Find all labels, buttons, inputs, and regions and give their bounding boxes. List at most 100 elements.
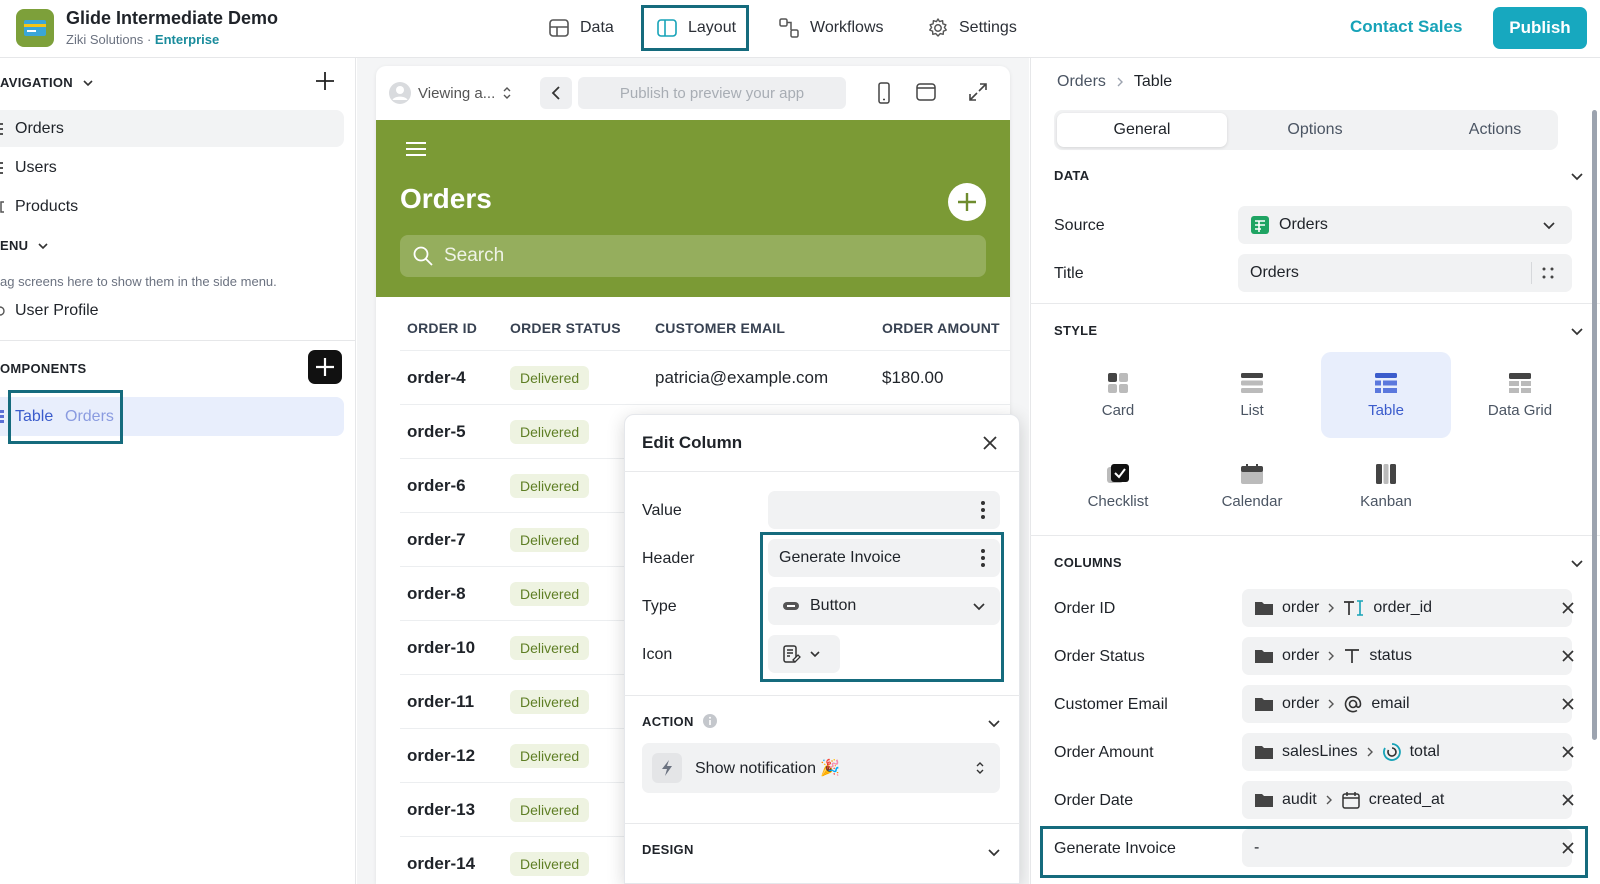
value-field[interactable] — [768, 491, 1000, 529]
style-option-label: List — [1240, 401, 1264, 419]
columns-section-header[interactable]: COLUMNS — [1054, 555, 1122, 570]
workflow-icon — [778, 17, 800, 39]
close-icon[interactable] — [981, 434, 999, 452]
expand-icon[interactable] — [968, 82, 988, 102]
remove-column-icon[interactable] — [1561, 649, 1575, 663]
tab-workflows[interactable]: Workflows — [766, 5, 896, 51]
gear-icon — [927, 17, 949, 39]
action-section-header[interactable]: ACTION — [642, 713, 718, 729]
remove-column-icon[interactable] — [1561, 793, 1575, 807]
tab-layout[interactable]: Layout — [641, 5, 749, 51]
contact-sales-link[interactable]: Contact Sales — [1350, 17, 1462, 37]
app-logo[interactable] — [16, 9, 54, 47]
style-option-table[interactable]: Table — [1321, 352, 1451, 438]
column-binding-field[interactable]: order order_id — [1242, 589, 1572, 627]
panel-divider — [1030, 303, 1600, 304]
generate-invoice-highlight-box — [1040, 826, 1588, 878]
column-binding-field[interactable]: order status — [1242, 637, 1572, 675]
column-group: order — [1282, 647, 1320, 664]
style-option-label: Data Grid — [1487, 401, 1553, 419]
remove-column-icon[interactable] — [1561, 745, 1575, 759]
more-vertical-icon[interactable] — [980, 500, 986, 520]
chevron-down-icon[interactable] — [1570, 324, 1584, 338]
info-icon — [702, 713, 718, 729]
sidebar-divider — [0, 340, 356, 341]
sidebar-item-users[interactable]: Users — [0, 149, 344, 186]
status-badge: Delivered — [510, 528, 590, 552]
action-select[interactable]: Show notification 🎉 — [642, 743, 1000, 793]
order-id-cell: order-10 — [407, 638, 476, 657]
edit-column-title: Edit Column — [642, 433, 743, 452]
chevron-down-icon[interactable] — [1570, 556, 1584, 570]
drag-grid-icon[interactable] — [1542, 267, 1554, 279]
chevron-down-icon[interactable] — [987, 716, 1001, 730]
style-option-data-grid[interactable]: Data Grid — [1455, 352, 1585, 438]
calendar-icon — [1240, 463, 1264, 485]
remove-column-icon[interactable] — [1561, 601, 1575, 615]
chevron-down-icon[interactable] — [1570, 169, 1584, 183]
column-binding-field[interactable]: salesLines total — [1242, 733, 1572, 771]
column-binding-field[interactable]: audit created_at — [1242, 781, 1572, 819]
order-id-cell: order-8 — [407, 584, 466, 603]
design-section-header[interactable]: DESIGN — [642, 842, 694, 857]
breadcrumb-parent[interactable]: Orders — [1057, 73, 1106, 91]
tab-general[interactable]: General — [1057, 113, 1227, 147]
style-option-kanban[interactable]: Kanban — [1321, 443, 1451, 529]
list-icon — [0, 121, 6, 137]
publish-button[interactable]: Publish — [1493, 7, 1587, 49]
column-label: Order Amount — [1054, 744, 1154, 761]
tab-options[interactable]: Options — [1230, 113, 1400, 147]
panel-scrollbar[interactable] — [1592, 110, 1597, 740]
header-label: Header — [642, 550, 695, 567]
hamburger-icon[interactable] — [405, 140, 427, 158]
source-select[interactable]: Orders — [1238, 206, 1572, 244]
add-component-button[interactable] — [308, 350, 342, 384]
folder-icon — [1254, 792, 1274, 808]
tab-actions[interactable]: Actions — [1410, 113, 1580, 147]
tablet-icon[interactable] — [915, 82, 937, 102]
add-row-button[interactable] — [948, 183, 986, 221]
search-input[interactable]: Search — [400, 235, 986, 277]
folder-icon — [1254, 744, 1274, 760]
column-binding-field[interactable]: order email — [1242, 685, 1572, 723]
sidebar-item-label: User Profile — [15, 301, 99, 319]
style-option-card[interactable]: Card — [1053, 352, 1183, 438]
data-section-header[interactable]: DATA — [1054, 168, 1089, 183]
phone-icon[interactable] — [876, 81, 892, 105]
style-option-checklist[interactable]: Checklist — [1053, 443, 1183, 529]
style-option-calendar[interactable]: Calendar — [1187, 443, 1317, 529]
status-badge: Delivered — [510, 366, 590, 390]
breadcrumb-current: Table — [1133, 73, 1173, 90]
panel-divider — [1030, 535, 1600, 536]
order-id-cell: order-13 — [407, 800, 476, 819]
text-cursor-icon — [1343, 599, 1365, 617]
title-value: Orders — [1250, 264, 1299, 281]
chevron-down-icon[interactable] — [987, 845, 1001, 859]
style-section-header[interactable]: STYLE — [1054, 323, 1097, 338]
viewing-as-selector[interactable]: Viewing a... — [388, 78, 513, 108]
card-icon — [1107, 372, 1129, 394]
tab-data[interactable]: Data — [536, 5, 626, 51]
sidebar-item-label: Products — [15, 197, 79, 215]
component-highlight-box — [8, 390, 123, 444]
menu-section-header[interactable]: ENU — [0, 238, 50, 253]
status-badge: Delivered — [510, 744, 590, 768]
components-section-label: OMPONENTS — [0, 361, 87, 376]
chevron-updown-icon — [501, 85, 513, 101]
sidebar-item-user-profile[interactable]: User Profile — [0, 292, 344, 329]
value-label: Value — [642, 502, 682, 519]
title-field[interactable]: Orders — [1238, 254, 1572, 292]
style-option-list[interactable]: List — [1187, 352, 1317, 438]
table-icon — [548, 17, 570, 39]
data-grid-icon — [1508, 372, 1532, 394]
remove-column-icon[interactable] — [1561, 697, 1575, 711]
add-tab-button[interactable] — [314, 70, 336, 92]
tab-settings[interactable]: Settings — [915, 5, 1029, 51]
sidebar-item-products[interactable]: Products — [0, 188, 344, 225]
column-label: Customer Email — [1054, 696, 1168, 713]
navigation-section-header[interactable]: AVIGATION — [0, 75, 95, 90]
list-icon — [1240, 372, 1264, 394]
sidebar-item-orders[interactable]: Orders — [0, 110, 344, 147]
preview-back-button[interactable] — [540, 77, 572, 109]
viewing-as-label: Viewing a... — [418, 84, 496, 102]
